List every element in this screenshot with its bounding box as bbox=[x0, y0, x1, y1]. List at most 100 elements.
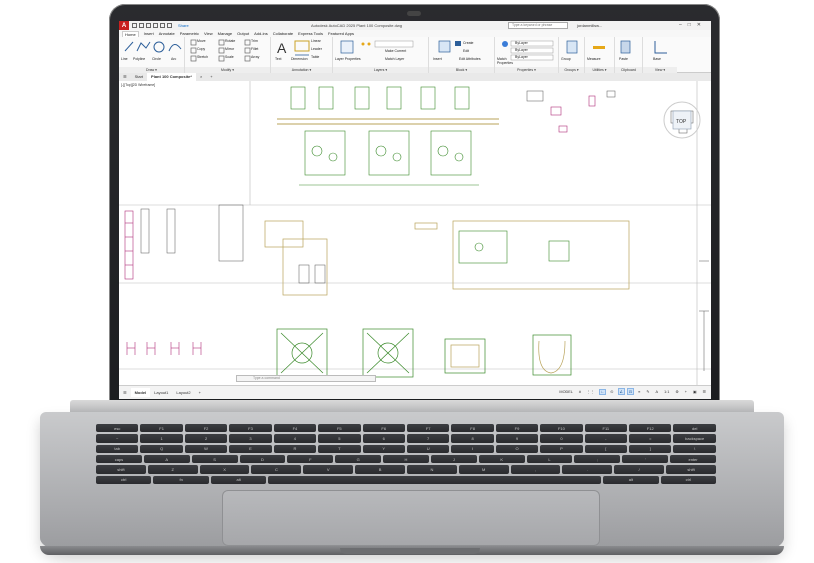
keyboard-key[interactable]: O bbox=[495, 444, 539, 453]
keyboard-key[interactable]: F11 bbox=[584, 424, 628, 433]
osnap-icon[interactable]: ∠ bbox=[617, 388, 625, 395]
user-account[interactable]: jordanmillsw... bbox=[577, 23, 602, 28]
keyboard-key[interactable]: C bbox=[251, 465, 302, 474]
otrack-icon[interactable]: ⊡ bbox=[626, 388, 635, 395]
gear-icon[interactable]: ⚙ bbox=[673, 388, 680, 395]
create-block-button[interactable]: Create bbox=[463, 41, 474, 45]
tab-layout1[interactable]: Layout1 bbox=[150, 390, 172, 395]
tab-start[interactable]: Start bbox=[131, 73, 147, 81]
ribbon-tab-express-tools[interactable]: Express Tools bbox=[298, 31, 323, 36]
drawing-canvas[interactable]: [-][Top][2D Wireframe] bbox=[119, 81, 711, 385]
ribbon-tab-manage[interactable]: Manage bbox=[218, 31, 232, 36]
customize-icon[interactable]: ☰ bbox=[701, 388, 708, 395]
keyboard-key[interactable]: F4 bbox=[273, 424, 317, 433]
polar-icon[interactable]: ⊙ bbox=[608, 388, 615, 395]
leader-button[interactable]: Leader bbox=[311, 47, 322, 51]
keyboard-key[interactable]: B bbox=[355, 465, 405, 474]
keyboard-key[interactable]: ] bbox=[629, 444, 672, 453]
ortho-icon[interactable]: ∟ bbox=[598, 388, 607, 395]
keyboard-key[interactable]: = bbox=[629, 434, 672, 443]
linetype-select[interactable]: ByLayer bbox=[515, 48, 528, 52]
new-tab-button[interactable]: + bbox=[206, 73, 216, 81]
dimension-button[interactable]: Dimension bbox=[291, 57, 308, 61]
keyboard-key[interactable]: backspace bbox=[673, 434, 716, 443]
snap-icon[interactable]: ⋮⋮ bbox=[585, 388, 597, 395]
layer-properties-button[interactable]: Layer Properties bbox=[335, 57, 361, 61]
keyboard-key[interactable]: V bbox=[303, 465, 354, 474]
edit-attributes-button[interactable]: Edit Attributes bbox=[459, 57, 481, 61]
keyboard-key[interactable]: ~ bbox=[96, 434, 139, 443]
keyboard-key[interactable]: F bbox=[287, 454, 334, 464]
keyboard-key[interactable]: , bbox=[510, 465, 561, 474]
ribbon-tab-add-ins[interactable]: Add-ins bbox=[254, 31, 268, 36]
keyboard-key[interactable]: F5 bbox=[318, 424, 361, 433]
annotation-icon[interactable]: ✎ bbox=[644, 388, 651, 395]
keyboard-key[interactable]: F7 bbox=[406, 424, 450, 433]
viewport-controls[interactable]: [-][Top][2D Wireframe] bbox=[121, 83, 155, 87]
save-as-icon[interactable] bbox=[153, 23, 158, 28]
keyboard-key[interactable]: / bbox=[614, 465, 665, 474]
cad-drawing[interactable] bbox=[119, 81, 711, 385]
keyboard-key[interactable]: 5 bbox=[318, 434, 361, 443]
layout-menu-icon[interactable]: ☰ bbox=[119, 390, 131, 395]
keyboard-key[interactable]: W bbox=[184, 444, 228, 453]
rotate-button[interactable]: Rotate bbox=[225, 39, 235, 43]
keyboard-key[interactable]: 8 bbox=[451, 434, 494, 443]
keyboard-key[interactable]: 6 bbox=[362, 434, 405, 443]
viewcube-icon[interactable]: TOP bbox=[657, 95, 707, 145]
copy-button[interactable]: Copy bbox=[197, 47, 205, 51]
move-button[interactable]: Move bbox=[197, 39, 206, 43]
print-icon[interactable] bbox=[160, 23, 165, 28]
scale-button[interactable]: Scale bbox=[225, 55, 234, 59]
keyboard-key[interactable]: D bbox=[239, 454, 286, 464]
annotation-scale-icon[interactable]: A bbox=[654, 389, 661, 395]
keyboard-key[interactable]: A bbox=[143, 454, 190, 464]
keyboard-key[interactable]: 2 bbox=[184, 434, 228, 443]
ribbon-tab-collaborate[interactable]: Collaborate bbox=[273, 31, 293, 36]
tab-model[interactable]: Model bbox=[130, 388, 151, 397]
keyboard-key[interactable]: tab bbox=[96, 444, 139, 453]
keyboard-key[interactable]: F8 bbox=[451, 424, 494, 433]
mirror-button[interactable]: Mirror bbox=[225, 47, 234, 51]
keyboard-key[interactable]: del bbox=[673, 424, 716, 433]
keyboard-key[interactable]: [ bbox=[584, 444, 628, 453]
keyboard-key[interactable]: caps bbox=[96, 454, 142, 464]
table-button[interactable]: Table bbox=[311, 55, 319, 59]
keyboard-key[interactable]: T bbox=[318, 444, 361, 453]
keyboard-key[interactable]: P bbox=[540, 444, 583, 453]
linear-button[interactable]: Linear bbox=[311, 39, 321, 43]
keyboard-key[interactable]: alt bbox=[603, 475, 659, 484]
trackpad[interactable] bbox=[222, 490, 600, 546]
keyboard-key[interactable]: - bbox=[584, 434, 628, 443]
stretch-button[interactable]: Stretch bbox=[197, 55, 208, 59]
keyboard-key[interactable]: F3 bbox=[229, 424, 272, 433]
keyboard-key[interactable]: 0 bbox=[540, 434, 583, 443]
trim-button[interactable]: Trim bbox=[251, 39, 258, 43]
command-line-input[interactable]: Type a command bbox=[236, 375, 376, 382]
keyboard-key[interactable]: F10 bbox=[540, 424, 583, 433]
keyboard-key[interactable]: L bbox=[526, 454, 573, 464]
keyboard-key[interactable]: ; bbox=[574, 454, 621, 464]
keyboard-key[interactable]: ' bbox=[622, 454, 669, 464]
keyboard-key[interactable]: H bbox=[383, 454, 429, 464]
keyboard-key[interactable]: G bbox=[335, 454, 382, 464]
keyboard-key[interactable]: Q bbox=[140, 444, 183, 453]
ribbon-tab-parametric[interactable]: Parametric bbox=[180, 31, 199, 36]
keyboard-key[interactable]: M bbox=[458, 465, 509, 474]
add-layout-button[interactable]: + bbox=[195, 390, 205, 395]
keyboard-key[interactable]: shift bbox=[96, 465, 146, 474]
match-layer-button[interactable]: Match Layer bbox=[385, 57, 404, 61]
ribbon-tab-view[interactable]: View bbox=[204, 31, 213, 36]
grid-icon[interactable]: # bbox=[577, 389, 583, 395]
ribbon-tab-annotate[interactable]: Annotate bbox=[159, 31, 175, 36]
keyboard-key[interactable]: E bbox=[229, 444, 272, 453]
keyboard-key[interactable]: ctrl bbox=[660, 475, 716, 484]
undo-icon[interactable] bbox=[167, 23, 172, 28]
fillet-button[interactable]: Fillet bbox=[251, 47, 258, 51]
tab-plant-100[interactable]: Plant 100 Composite* bbox=[147, 73, 196, 81]
keyboard-key[interactable]: enter bbox=[670, 454, 716, 464]
window-controls[interactable]: –□✕ bbox=[679, 22, 707, 28]
tab-layout2[interactable]: Layout2 bbox=[172, 390, 194, 395]
keyboard-key[interactable]: F9 bbox=[495, 424, 539, 433]
keyboard-key[interactable]: 9 bbox=[495, 434, 539, 443]
